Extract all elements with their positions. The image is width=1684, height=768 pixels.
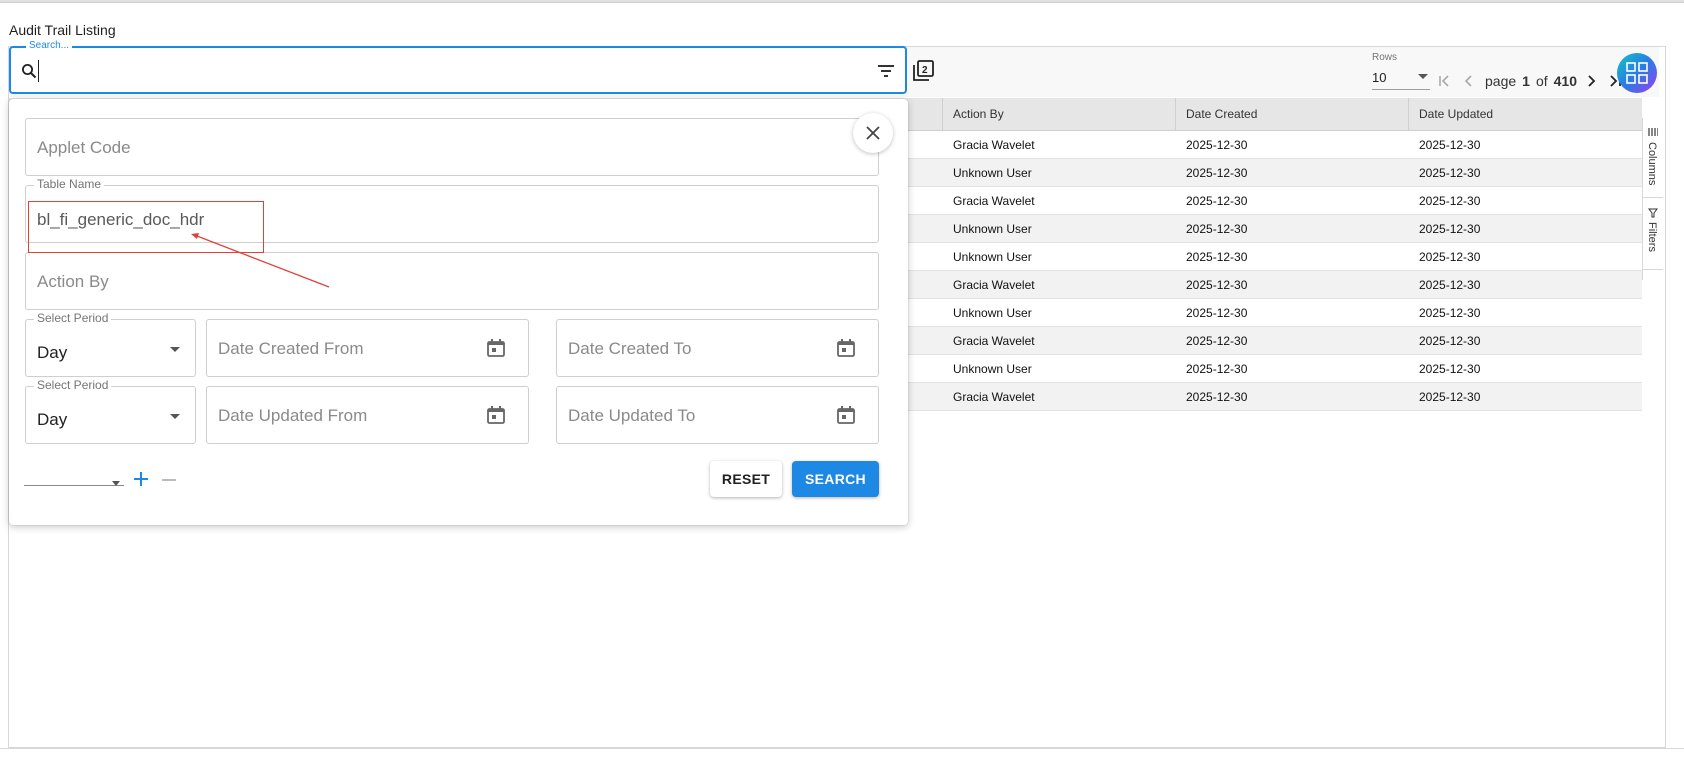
filters-tab-label: Filters [1646,222,1658,252]
date-created-from-field[interactable]: Date Created From [206,319,529,377]
search-input[interactable] [38,60,818,82]
calendar-icon[interactable] [836,338,856,358]
cell-date-updated: 2025-12-30 [1419,194,1481,208]
minus-icon[interactable] [162,479,176,481]
cell-date-created: 2025-12-30 [1186,194,1248,208]
copy-icon[interactable]: 2 [911,59,935,83]
calendar-icon[interactable] [836,405,856,425]
column-header-date-created[interactable]: Date Created [1176,98,1408,131]
search-icon [22,64,37,79]
column-header-action-by[interactable]: Action By [943,98,1175,131]
condition-select[interactable] [24,472,124,486]
cell-date-created: 2025-12-30 [1186,362,1248,376]
created-period-label: Select Period [34,311,112,325]
applet-code-field[interactable]: Applet Code [25,118,879,176]
cell-action-by: Unknown User [953,306,1032,320]
chevron-down-icon [170,414,180,419]
cell-date-created: 2025-12-30 [1186,222,1248,236]
calendar-icon[interactable] [486,405,506,425]
updated-period-select[interactable]: Select Period Day [25,378,196,444]
date-updated-to-placeholder: Date Updated To [568,406,696,425]
of-word: of [1535,73,1548,89]
date-created-from-placeholder: Date Created From [218,339,364,358]
cell-action-by: Unknown User [953,222,1032,236]
columns-icon [1648,128,1658,136]
cell-action-by: Gracia Wavelet [953,138,1035,152]
search-button[interactable]: SEARCH [792,461,879,497]
page-word: page [1485,73,1517,89]
cell-date-updated: 2025-12-30 [1419,278,1481,292]
cell-action-by: Gracia Wavelet [953,278,1035,292]
cell-date-updated: 2025-12-30 [1419,362,1481,376]
close-icon [866,126,880,140]
calendar-icon[interactable] [486,338,506,358]
cell-date-updated: 2025-12-30 [1419,306,1481,320]
filters-tab[interactable]: Filters [1643,198,1663,270]
column-header-date-updated[interactable]: Date Updated [1409,98,1641,131]
updated-period-value: Day [37,410,68,429]
cell-action-by: Unknown User [953,362,1032,376]
cell-date-updated: 2025-12-30 [1419,390,1481,404]
search-legend: Search... [26,40,73,51]
cell-date-updated: 2025-12-30 [1419,334,1481,348]
next-page-icon[interactable] [1583,73,1599,89]
columns-tab-label: Columns [1646,142,1658,186]
first-page-icon[interactable] [1437,73,1453,89]
cell-date-created: 2025-12-30 [1186,250,1248,264]
created-period-value: Day [37,343,68,362]
side-tool-panel: Columns Filters [1642,118,1663,280]
date-updated-from-placeholder: Date Updated From [218,406,368,425]
rows-per-page-select[interactable]: 10 [1372,68,1430,90]
current-page: 1 [1522,73,1530,89]
prev-page-icon[interactable] [1461,73,1477,89]
cell-date-updated: 2025-12-30 [1419,250,1481,264]
chevron-down-icon [112,481,120,486]
action-by-placeholder: Action By [37,272,109,291]
updated-period-label: Select Period [34,378,112,392]
date-created-to-field[interactable]: Date Created To [556,319,879,377]
bottom-border [0,748,1684,749]
reset-button[interactable]: RESET [710,461,782,497]
cell-date-created: 2025-12-30 [1186,278,1248,292]
cell-action-by: Gracia Wavelet [953,390,1035,404]
cell-date-created: 2025-12-30 [1186,306,1248,320]
created-period-select[interactable]: Select Period Day [25,311,196,377]
action-by-field[interactable]: Action By [25,252,879,310]
cell-date-created: 2025-12-30 [1186,138,1248,152]
filter-icon [1648,208,1658,218]
cell-action-by: Gracia Wavelet [953,194,1035,208]
cell-date-created: 2025-12-30 [1186,390,1248,404]
chevron-down-icon [170,347,180,352]
applet-code-placeholder: Applet Code [37,138,131,157]
cell-action-by: Unknown User [953,250,1032,264]
close-popup-button[interactable] [853,113,893,153]
cell-date-created: 2025-12-30 [1186,334,1248,348]
page-title: Audit Trail Listing [9,22,116,38]
cell-date-updated: 2025-12-30 [1419,222,1481,236]
date-created-to-placeholder: Date Created To [568,339,692,358]
cell-date-updated: 2025-12-30 [1419,138,1481,152]
cell-action-by: Gracia Wavelet [953,334,1035,348]
cell-date-updated: 2025-12-30 [1419,166,1481,180]
apps-grid-icon [1626,62,1648,84]
table-name-label: Table Name [34,177,105,191]
cell-date-created: 2025-12-30 [1186,166,1248,180]
rows-label: Rows [1372,52,1398,63]
plus-icon[interactable] [133,471,149,487]
date-updated-to-field[interactable]: Date Updated To [556,386,879,444]
pagination: page 1 of 410 [1437,70,1631,92]
apps-menu-button[interactable] [1617,53,1657,93]
rows-per-page-value: 10 [1372,70,1387,85]
annotation-highlight-box [28,201,264,253]
filter-lines-icon[interactable] [877,64,895,78]
window-top-border [0,0,1684,3]
columns-tab[interactable]: Columns [1643,118,1663,198]
svg-text:2: 2 [922,65,928,76]
chevron-down-icon [1418,74,1428,79]
total-pages: 410 [1553,73,1577,89]
cell-action-by: Unknown User [953,166,1032,180]
date-updated-from-field[interactable]: Date Updated From [206,386,529,444]
